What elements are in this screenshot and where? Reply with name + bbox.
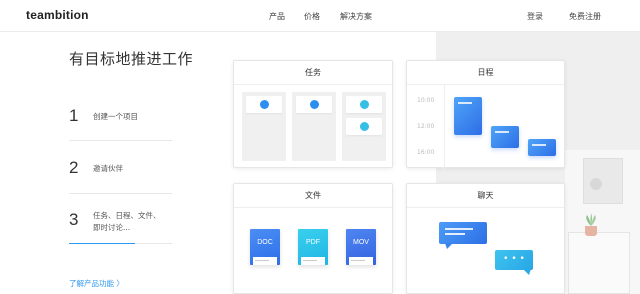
task-item: [346, 96, 382, 113]
signup-link[interactable]: 免费注册: [569, 11, 601, 22]
plant-pot: [585, 226, 597, 236]
nav-products[interactable]: 产品: [269, 11, 285, 22]
step-2[interactable]: 2 邀请伙伴: [69, 158, 172, 180]
step-number: 1: [69, 106, 79, 125]
hero-headline: 有目标地推进工作: [69, 50, 194, 68]
doc-file-icon: DOC: [250, 229, 280, 265]
learn-more-link[interactable]: 了解产品功能 〉: [69, 278, 124, 289]
logo[interactable]: teambition: [26, 8, 89, 22]
side-table: [568, 232, 630, 294]
step-1[interactable]: 1 创建一个项目: [69, 106, 172, 128]
login-link[interactable]: 登录: [527, 11, 543, 22]
task-item: [246, 96, 282, 113]
task-column: [292, 92, 336, 161]
bubble-tail: [445, 243, 453, 249]
arrow-right-icon: [310, 100, 319, 109]
step-divider: [69, 193, 172, 194]
step-3[interactable]: 3 任务、日程、文件、即时讨论...: [69, 210, 172, 238]
files-card[interactable]: 文件 DOC PDF MOV: [233, 183, 393, 294]
schedule-event: [528, 139, 556, 156]
time-label: 16:00: [417, 149, 435, 156]
step-progress-bar: [69, 243, 135, 244]
task-column: [242, 92, 286, 161]
mov-file-icon: MOV: [346, 229, 376, 265]
schedule-event: [491, 126, 519, 148]
step-text: 邀请伙伴: [93, 164, 123, 173]
bubble-tail: [523, 269, 531, 275]
step-progress: [69, 243, 172, 244]
check-icon: [360, 100, 369, 109]
plant-icon: [586, 213, 596, 226]
card-title: 日程: [407, 61, 564, 85]
card-title: 任务: [234, 61, 392, 85]
schedule-divider: [444, 85, 445, 170]
wall-clock: [590, 178, 602, 190]
card-title: 文件: [234, 184, 392, 208]
step-number: 2: [69, 158, 79, 177]
step-number: 3: [69, 210, 79, 229]
task-item: [296, 96, 332, 113]
schedule-card[interactable]: 日程 10:00 12:00 16:00: [406, 60, 565, 170]
top-navbar: teambition 产品 价格 解决方案 登录 免费注册: [0, 0, 640, 32]
nav-pricing[interactable]: 价格: [304, 11, 320, 22]
time-label: 10:00: [417, 97, 435, 104]
chat-bubble-typing: • • •: [495, 250, 533, 270]
nav-solutions[interactable]: 解决方案: [340, 11, 372, 22]
schedule-event: [454, 97, 482, 135]
step-text: 创建一个项目: [93, 112, 138, 121]
card-title: 聊天: [407, 184, 564, 208]
bulb-icon: [260, 100, 269, 109]
step-text: 任务、日程、文件、即时讨论...: [93, 211, 161, 232]
time-label: 12:00: [417, 123, 435, 130]
chat-bubble-incoming: [439, 222, 487, 244]
task-item: [346, 118, 382, 135]
check-icon: [360, 122, 369, 131]
task-column: [342, 92, 386, 161]
chat-card[interactable]: 聊天 • • •: [406, 183, 565, 294]
pdf-file-icon: PDF: [298, 229, 328, 265]
step-divider: [69, 140, 172, 141]
tasks-card[interactable]: 任务: [233, 60, 393, 168]
wall-frame: [583, 158, 623, 204]
